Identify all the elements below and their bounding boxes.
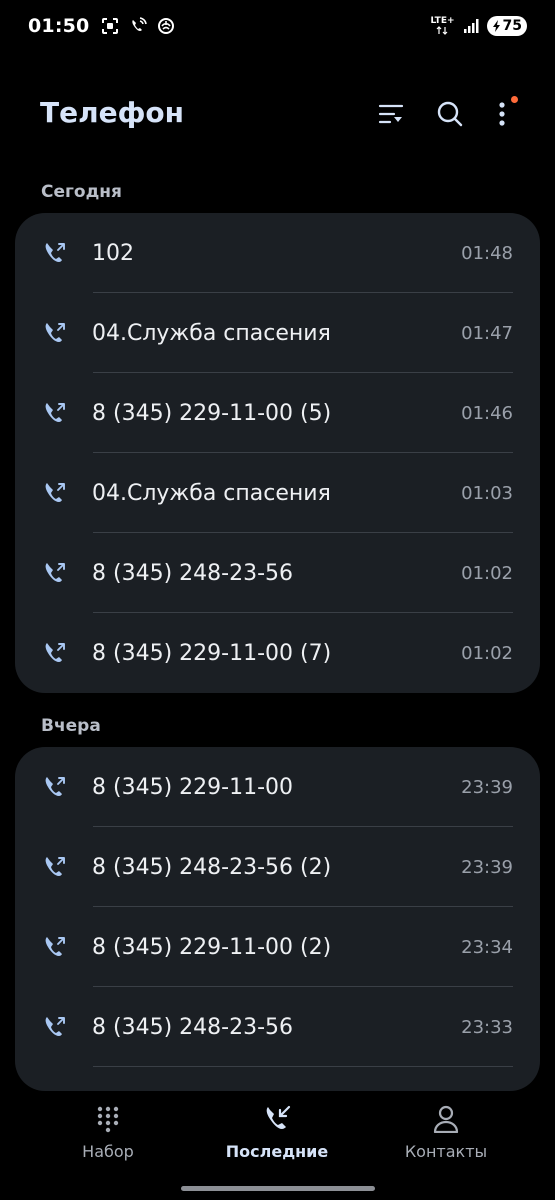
call-log-row[interactable]: 8 (345) 229-11-00 (5) 01:46 <box>15 373 540 453</box>
more-vertical-icon <box>499 102 505 126</box>
section-label-yesterday: Вчера <box>41 716 101 736</box>
battery-level: 75 <box>502 18 522 34</box>
outgoing-call-icon <box>43 321 67 345</box>
call-log-row[interactable]: 8 (345) 248-23-56 (2) 23:39 <box>15 827 540 907</box>
status-right-icons: LTE+ 75 <box>430 16 527 36</box>
row-divider <box>93 1066 513 1067</box>
call-contact-name: 8 (345) 248-23-56 <box>92 560 293 586</box>
search-button[interactable] <box>430 94 470 134</box>
network-type: LTE+ <box>430 16 455 26</box>
outgoing-call-icon <box>43 561 67 585</box>
call-time: 23:34 <box>461 936 513 958</box>
call-time: 01:02 <box>461 562 513 584</box>
nav-item-recents[interactable]: Последние <box>202 1104 352 1161</box>
call-time: 01:02 <box>461 642 513 664</box>
call-time: 23:33 <box>461 1016 513 1038</box>
call-time: 23:39 <box>461 856 513 878</box>
call-log-row[interactable]: 04.Служба спасения 01:47 <box>15 293 540 373</box>
page-title: Телефон <box>40 96 184 129</box>
phone-app-screen: 01:50 LTE+ 75 Телефон Сегодня 102 01:48 … <box>0 0 555 1200</box>
call-contact-name: 04.Служба спасения <box>92 320 331 346</box>
call-contact-name: 04.Служба спасения <box>92 480 331 506</box>
data-arrows-icon <box>437 26 448 35</box>
call-contact-name: 8 (345) 229-11-00 (7) <box>92 640 332 666</box>
signal-icon <box>463 19 479 33</box>
home-indicator[interactable] <box>181 1186 375 1191</box>
nav-item-dialpad[interactable]: Набор <box>33 1104 183 1161</box>
notification-dot <box>511 96 518 103</box>
call-time: 01:47 <box>461 322 513 344</box>
call-time: 23:39 <box>461 776 513 798</box>
network-indicator: LTE+ <box>430 16 455 35</box>
nav-label-recents: Последние <box>225 1142 329 1161</box>
call-contact-name: 8 (345) 229-11-00 <box>92 774 293 800</box>
wifi-call-icon <box>132 17 148 31</box>
rose-icon <box>158 18 175 34</box>
call-contact-name: 102 <box>92 240 134 266</box>
dialpad-icon <box>93 1104 123 1134</box>
outgoing-call-icon <box>43 1015 67 1039</box>
call-log-row[interactable]: 8 (345) 248-23-56 23:33 <box>15 987 540 1067</box>
call-log-card-yesterday: 8 (345) 229-11-00 23:39 8 (345) 248-23-56 … <box>15 747 540 1091</box>
call-log-row[interactable]: 8 (345) 229-11-00 (7) 01:02 <box>15 613 540 693</box>
battery-indicator: 75 <box>486 16 527 36</box>
outgoing-call-icon <box>43 775 67 799</box>
status-bar: 01:50 LTE+ 75 <box>0 0 555 52</box>
call-log-row[interactable]: 8 (345) 248-23-56 01:02 <box>15 533 540 613</box>
search-icon <box>437 101 463 127</box>
call-log-row[interactable]: 8 (345) 229-11-00 23:39 <box>15 747 540 827</box>
call-time: 01:46 <box>461 402 513 424</box>
status-time: 01:50 <box>28 15 90 37</box>
call-log-row[interactable]: 102 01:48 <box>15 213 540 293</box>
outgoing-call-icon <box>43 641 67 665</box>
nav-label-contacts: Контакты <box>404 1142 488 1161</box>
outgoing-call-icon <box>43 481 67 505</box>
bottom-navigation: Набор Последние Контакты <box>0 1092 555 1200</box>
call-log-row[interactable]: 04.Служба спасения 01:03 <box>15 453 540 533</box>
nav-item-contacts[interactable]: Контакты <box>371 1104 521 1161</box>
nav-label-dialpad: Набор <box>82 1142 134 1161</box>
call-log-card-today: 102 01:48 04.Служба спасения 01:47 8 (345) 2… <box>15 213 540 693</box>
outgoing-call-icon <box>43 401 67 425</box>
call-contact-name: 8 (345) 248-23-56 (2) <box>92 854 332 880</box>
section-label-today: Сегодня <box>41 182 122 202</box>
screenshot-icon <box>102 18 119 34</box>
filter-icon <box>378 104 404 124</box>
call-time: 01:03 <box>461 482 513 504</box>
call-contact-name: 8 (345) 248-23-56 <box>92 1014 293 1040</box>
more-options-button[interactable] <box>482 94 522 134</box>
filter-button[interactable] <box>371 94 411 134</box>
app-header: Телефон <box>0 88 555 140</box>
contacts-icon <box>431 1104 461 1134</box>
recent-calls-icon <box>262 1104 292 1134</box>
call-contact-name: 8 (345) 229-11-00 (2) <box>92 934 332 960</box>
call-time: 01:48 <box>461 242 513 264</box>
call-contact-name: 8 (345) 229-11-00 (5) <box>92 400 332 426</box>
charging-icon <box>492 20 500 32</box>
outgoing-call-icon <box>43 241 67 265</box>
outgoing-call-icon <box>43 935 67 959</box>
outgoing-call-icon <box>43 855 67 879</box>
call-log-row[interactable]: 8 (345) 229-11-00 (2) 23:34 <box>15 907 540 987</box>
status-left-icons <box>101 17 175 35</box>
